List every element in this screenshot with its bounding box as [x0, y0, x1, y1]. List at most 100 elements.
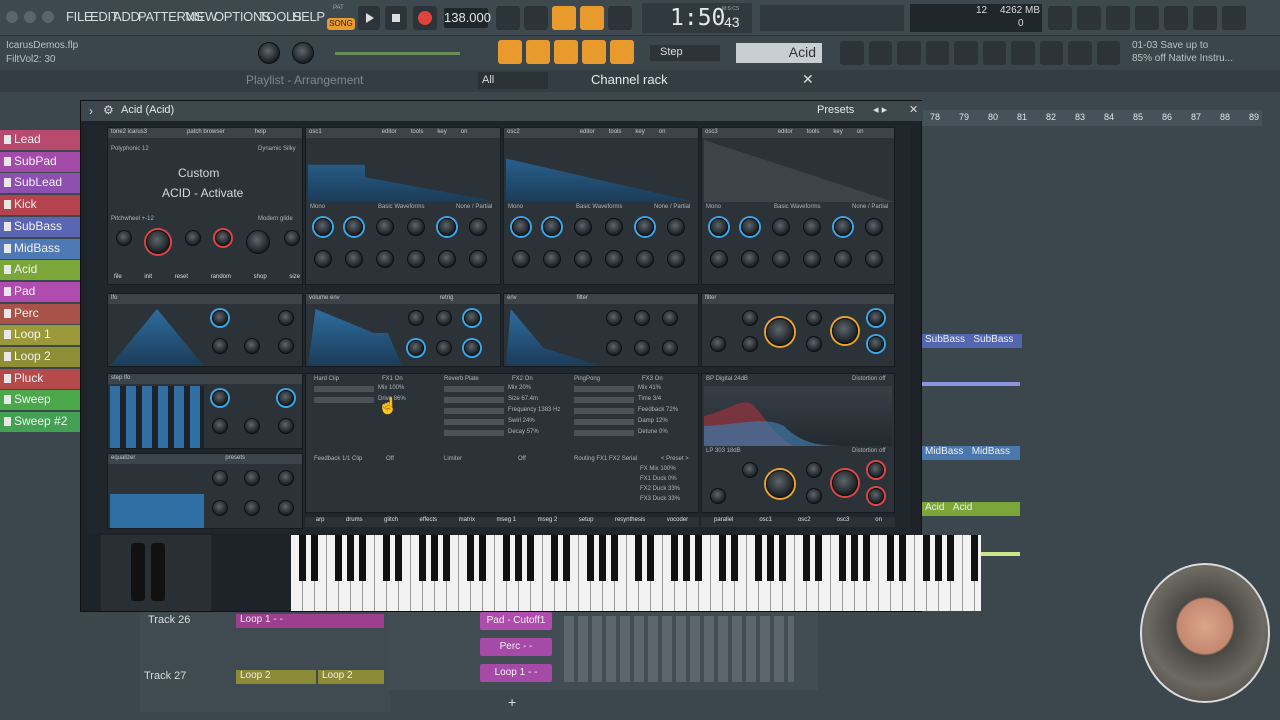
- glide-mode[interactable]: Modern glide: [258, 216, 293, 222]
- attack-knob[interactable]: [606, 310, 622, 326]
- channel-item[interactable]: Kick: [0, 195, 80, 216]
- speed-knob[interactable]: [212, 390, 228, 406]
- preset-nav-icon[interactable]: ◂ ▸: [873, 103, 887, 116]
- vel-knob[interactable]: [184, 230, 201, 246]
- master-pitch-knob[interactable]: [292, 42, 314, 64]
- help-icon[interactable]: [1135, 6, 1159, 30]
- black-key[interactable]: [587, 535, 594, 581]
- news-ticker[interactable]: 01-03 Save up to: [1132, 40, 1208, 51]
- help-button[interactable]: help: [255, 129, 266, 135]
- tab-resynthesis[interactable]: resynthesis: [615, 517, 645, 527]
- eq-presets-button[interactable]: presets: [225, 455, 245, 461]
- channel-item[interactable]: Sweep #2: [0, 412, 80, 433]
- phase-knob[interactable]: [741, 250, 759, 268]
- oct-knob[interactable]: [376, 218, 394, 236]
- black-key[interactable]: [395, 535, 402, 581]
- wave-knob[interactable]: [605, 218, 623, 236]
- routing-param[interactable]: FX2 Duck 33%: [640, 486, 696, 492]
- filter-response-display[interactable]: [704, 386, 892, 446]
- fx-slider[interactable]: [444, 408, 504, 414]
- release-knob[interactable]: [436, 340, 452, 356]
- black-key[interactable]: [599, 535, 606, 581]
- rack-channel-button[interactable]: Pad - Cutoff1: [480, 612, 552, 630]
- osc-on-toggle[interactable]: on: [857, 129, 864, 135]
- key-button[interactable]: key: [437, 129, 446, 135]
- playlist-clip[interactable]: [922, 382, 1020, 386]
- cart-icon[interactable]: [1096, 41, 1120, 65]
- phase-knob[interactable]: [345, 250, 363, 268]
- black-key[interactable]: [347, 535, 354, 581]
- fx-toggle[interactable]: FX2 On: [512, 376, 533, 382]
- snap-select[interactable]: Step: [650, 45, 720, 61]
- mixer-icon[interactable]: [840, 41, 864, 65]
- fine-knob[interactable]: [803, 250, 821, 268]
- osc-mode[interactable]: Mono: [310, 204, 325, 210]
- mod-wheel[interactable]: [151, 543, 165, 601]
- phase-knob[interactable]: [244, 418, 260, 434]
- track-name[interactable]: Track 27: [144, 670, 186, 682]
- osc-on-toggle[interactable]: on: [659, 129, 666, 135]
- song-mode-toggle[interactable]: PAT SONG: [326, 4, 356, 32]
- spread-knob[interactable]: [741, 218, 759, 236]
- save-icon[interactable]: [1164, 6, 1188, 30]
- black-key[interactable]: [683, 535, 690, 581]
- low-knob[interactable]: [212, 470, 228, 486]
- black-key[interactable]: [887, 535, 894, 581]
- channel-item[interactable]: Loop 1: [0, 325, 80, 346]
- key-knob[interactable]: [212, 418, 228, 434]
- high-knob[interactable]: [278, 470, 294, 486]
- microphone-icon[interactable]: [1106, 6, 1130, 30]
- file-icon[interactable]: [982, 41, 1006, 65]
- shop-button[interactable]: shop: [254, 274, 267, 280]
- routing-preset[interactable]: < Preset >: [661, 456, 689, 462]
- master-volume-knob[interactable]: [258, 42, 280, 64]
- tab-on[interactable]: on: [875, 517, 882, 527]
- filter-tab[interactable]: filter: [577, 295, 588, 301]
- black-key[interactable]: [503, 535, 510, 581]
- piano-keyboard[interactable]: [291, 535, 981, 611]
- volume-knob[interactable]: [146, 230, 171, 254]
- shape-knob[interactable]: [662, 340, 678, 356]
- init-button[interactable]: init: [144, 274, 152, 280]
- tab-vocoder[interactable]: vocoder: [667, 517, 688, 527]
- morph-knob[interactable]: [667, 218, 685, 236]
- partial-select[interactable]: None / Partial: [456, 204, 492, 210]
- vel-knob[interactable]: [806, 462, 822, 478]
- step-sequencer[interactable]: [564, 616, 794, 682]
- lfo3-knob[interactable]: [806, 488, 822, 504]
- lfo1-knob[interactable]: [438, 250, 456, 268]
- menu-add[interactable]: ADD: [113, 9, 140, 24]
- hold-knob[interactable]: [634, 310, 650, 326]
- presets-menu[interactable]: Presets: [817, 104, 854, 116]
- oct-knob[interactable]: [772, 218, 790, 236]
- tools-button[interactable]: tools: [609, 129, 622, 135]
- black-key[interactable]: [299, 535, 306, 581]
- editor-button[interactable]: editor: [382, 129, 397, 135]
- osc-mode[interactable]: Mono: [706, 204, 721, 210]
- stamp-icon[interactable]: [610, 40, 634, 64]
- limiter-toggle[interactable]: Off: [518, 456, 526, 462]
- lfo1-knob[interactable]: [834, 250, 852, 268]
- fine-knob[interactable]: [605, 250, 623, 268]
- channel-item[interactable]: Pad: [0, 281, 80, 302]
- sustain-knob[interactable]: [408, 340, 424, 356]
- channel-item[interactable]: Lead: [0, 130, 80, 150]
- reso-knob[interactable]: [832, 318, 858, 344]
- black-key[interactable]: [767, 535, 774, 581]
- black-key[interactable]: [971, 535, 978, 581]
- channel-item[interactable]: MidBass: [0, 238, 80, 259]
- black-key[interactable]: [611, 535, 618, 581]
- arrow-icon[interactable]: [526, 40, 550, 64]
- tab-osc1[interactable]: osc1: [759, 517, 772, 527]
- black-key[interactable]: [635, 535, 642, 581]
- export-icon[interactable]: [1222, 6, 1246, 30]
- tab-setup[interactable]: setup: [579, 517, 594, 527]
- fx-slider[interactable]: [314, 386, 374, 392]
- drive-knob[interactable]: [868, 462, 884, 478]
- vol-knob[interactable]: [314, 218, 332, 236]
- pattern-select[interactable]: Acid: [736, 43, 822, 63]
- fx-slider[interactable]: [574, 419, 634, 425]
- osc-mode[interactable]: Mono: [508, 204, 523, 210]
- black-key[interactable]: [527, 535, 534, 581]
- plug-icon[interactable]: [1011, 41, 1035, 65]
